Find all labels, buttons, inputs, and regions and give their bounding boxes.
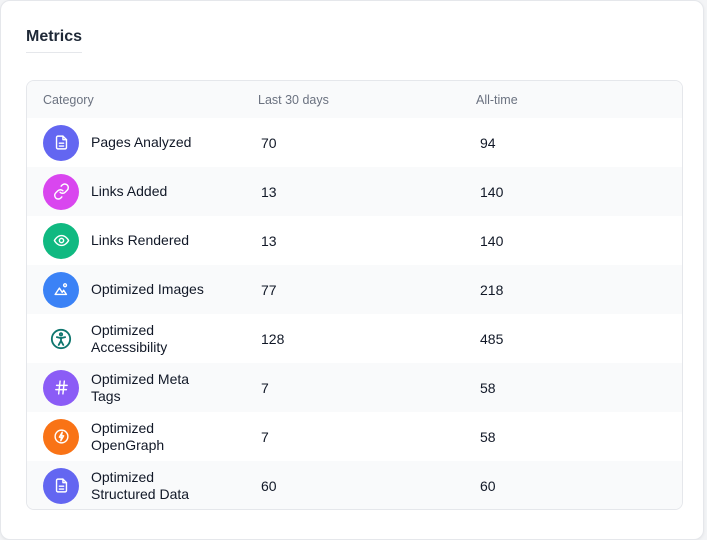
row-label: Links Rendered [91,232,190,248]
eye-icon [43,222,79,259]
row-all-time: 140 [480,183,504,200]
header-last-30-days: Last 30 days [258,92,329,107]
table-row: Links Added 13 140 [27,167,682,216]
row-all-time: 94 [480,134,496,151]
document-icon [43,467,79,504]
hash-icon [43,369,79,406]
table-row: Optimized OpenGraph 7 58 [27,412,682,461]
row-label: Optimized Meta Tags [91,370,190,404]
row-label: Optimized Accessibility [91,321,168,355]
accessibility-icon [43,321,79,357]
metrics-table: Category Last 30 days All-time Pages Ana… [26,80,683,510]
row-label: Optimized OpenGraph [91,419,165,453]
table-row: Links Rendered 13 140 [27,216,682,265]
header-category: Category [43,92,94,107]
link-icon [43,173,79,210]
bolt-icon [43,418,79,455]
row-label: Pages Analyzed [91,134,192,150]
header-all-time: All-time [476,92,518,107]
row-all-time: 58 [480,379,496,396]
row-label: Links Added [91,183,168,199]
row-last-30-days: 70 [261,134,277,151]
row-last-30-days: 7 [261,428,269,445]
row-last-30-days: 77 [261,281,277,298]
table-row: Pages Analyzed 70 94 [27,118,682,167]
table-row: Optimized Structured Data 60 60 [27,461,682,509]
row-all-time: 485 [480,330,504,347]
table-row: Optimized Accessibility 128 485 [27,314,682,363]
document-icon [43,124,79,161]
table-row: Optimized Meta Tags 7 58 [27,363,682,412]
image-icon [43,271,79,308]
row-label: Optimized Images [91,281,204,297]
row-all-time: 60 [480,477,496,494]
row-label: Optimized Structured Data [91,468,190,502]
row-all-time: 218 [480,281,504,298]
row-last-30-days: 13 [261,232,277,249]
metrics-card: Metrics Category Last 30 days All-time P… [0,0,704,540]
table-row: Optimized Images 77 218 [27,265,682,314]
row-last-30-days: 128 [261,330,285,347]
card-title: Metrics [26,28,83,53]
row-all-time: 140 [480,232,504,249]
table-body: Pages Analyzed 70 94 Links Added 13 140 [27,118,682,509]
table-header: Category Last 30 days All-time [27,81,682,118]
row-last-30-days: 60 [261,477,277,494]
row-all-time: 58 [480,428,496,445]
row-last-30-days: 7 [261,379,269,396]
row-last-30-days: 13 [261,183,277,200]
